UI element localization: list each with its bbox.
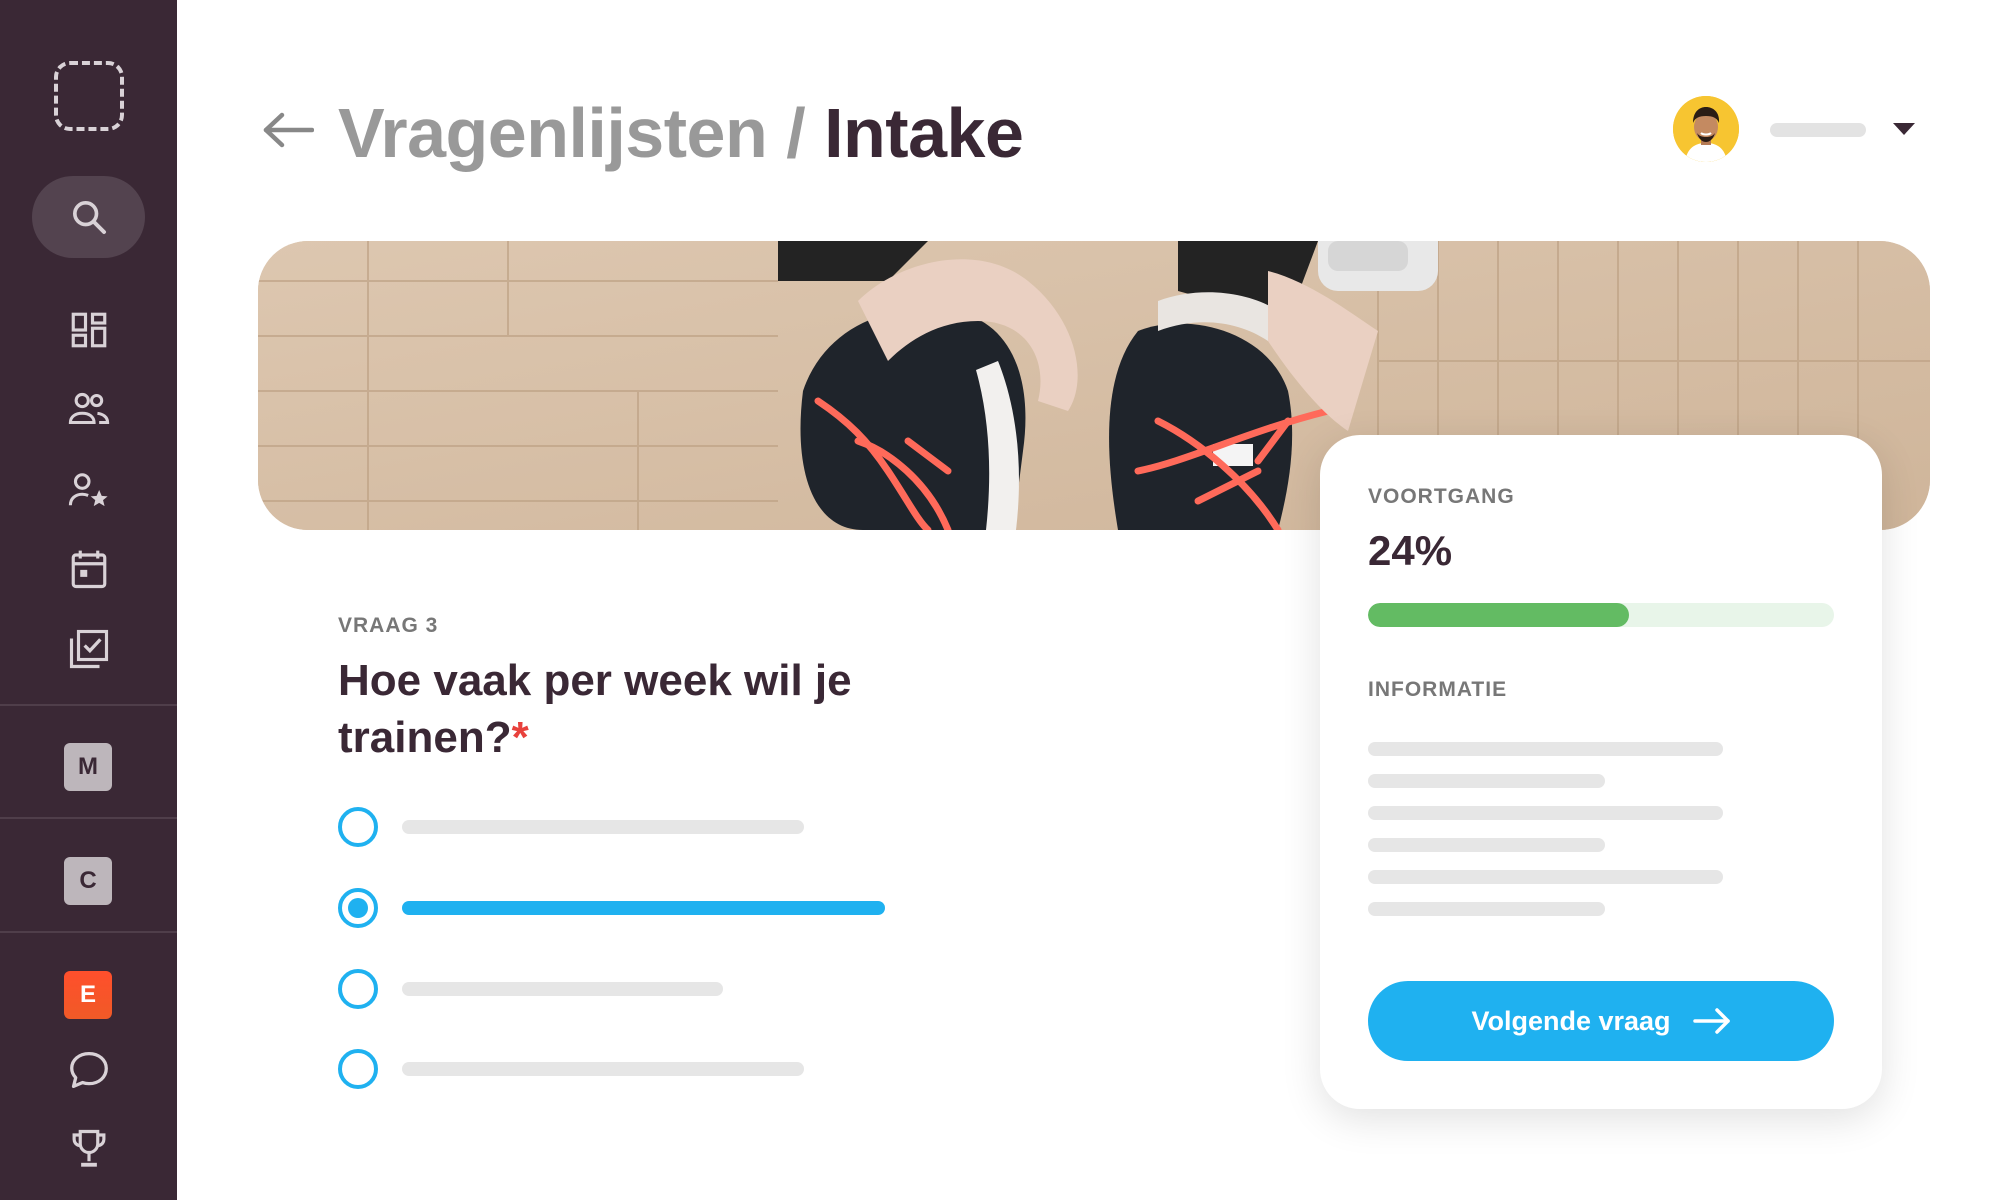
answer-option[interactable] — [338, 967, 723, 1011]
answer-text-placeholder — [402, 820, 804, 834]
badge-label: E — [79, 981, 96, 1008]
sidebar-search-button[interactable] — [32, 176, 145, 258]
radio-button[interactable] — [338, 1049, 378, 1089]
arrow-right-icon — [1692, 1008, 1730, 1034]
user-name-placeholder[interactable] — [1770, 123, 1866, 137]
sidebar-item-dashboard[interactable] — [0, 309, 177, 351]
sidebar-item-calendar[interactable] — [0, 548, 177, 590]
sidebar-item-c[interactable]: C — [64, 857, 112, 905]
info-text-placeholder — [1368, 870, 1723, 884]
next-question-button[interactable]: Volgende vraag — [1368, 981, 1834, 1061]
question-number: VRAAG 3 — [338, 614, 439, 637]
sidebar-item-m[interactable]: M — [64, 743, 112, 791]
next-button-label: Volgende vraag — [1471, 1005, 1671, 1036]
chat-icon — [69, 1052, 108, 1088]
breadcrumb: Vragenlijsten / Intake — [338, 88, 1024, 178]
chevron-down-icon[interactable] — [1893, 123, 1915, 135]
logo-placeholder[interactable] — [54, 61, 124, 131]
dashboard-icon — [71, 312, 106, 348]
info-text-placeholder — [1368, 838, 1605, 852]
sidebar-divider — [0, 817, 177, 819]
sidebar-item-e[interactable]: E — [64, 971, 112, 1019]
radio-selected-dot — [348, 898, 368, 918]
progress-percentage: 24% — [1368, 527, 1453, 574]
sidebar-divider — [0, 704, 177, 706]
progress-heading: VOORTGANG — [1368, 485, 1515, 508]
avatar[interactable] — [1673, 96, 1739, 162]
radio-button[interactable] — [338, 969, 378, 1009]
question-title: Hoe vaak per week wil je trainen?* — [338, 652, 958, 766]
sidebar-item-messages[interactable] — [0, 1050, 177, 1090]
answer-option[interactable] — [338, 1047, 804, 1091]
info-heading: INFORMATIE — [1368, 678, 1508, 701]
answer-option-selected[interactable] — [338, 886, 885, 930]
required-indicator: * — [511, 713, 529, 762]
sidebar-divider — [0, 931, 177, 933]
sidebar-item-achievements[interactable] — [0, 1128, 177, 1170]
calendar-icon — [71, 550, 106, 589]
info-text-placeholder — [1368, 806, 1723, 820]
breadcrumb-parent[interactable]: Vragenlijsten — [338, 94, 768, 172]
radio-button[interactable] — [338, 807, 378, 847]
arrow-left-icon — [263, 112, 315, 148]
users-icon — [68, 392, 109, 425]
answer-text-placeholder — [402, 901, 885, 915]
answer-text-placeholder — [402, 1062, 804, 1076]
progress-bar — [1368, 603, 1834, 627]
checklist-icon — [69, 629, 108, 669]
user-star-icon — [68, 473, 108, 507]
info-text-placeholder — [1368, 742, 1723, 756]
badge-label: C — [79, 867, 97, 894]
sidebar-item-questionnaires[interactable] — [0, 628, 177, 670]
info-text-placeholder — [1368, 902, 1605, 916]
badge-label: M — [78, 753, 98, 780]
user-avatar-icon — [1673, 96, 1739, 162]
radio-button-checked[interactable] — [338, 888, 378, 928]
info-text-placeholder — [1368, 774, 1605, 788]
sidebar-item-users[interactable] — [0, 389, 177, 429]
search-icon — [72, 201, 106, 234]
trophy-icon — [72, 1129, 105, 1167]
progress-card: VOORTGANG 24% INFORMATIE Volgende vraag — [1320, 435, 1882, 1109]
sidebar: M C E — [0, 0, 177, 1200]
answer-text-placeholder — [402, 982, 723, 996]
breadcrumb-separator: / — [786, 94, 806, 172]
progress-bar-fill — [1368, 603, 1629, 627]
question-text: Hoe vaak per week wil je trainen? — [338, 656, 852, 762]
sidebar-item-favorites[interactable] — [0, 469, 177, 511]
page-title: Intake — [824, 94, 1024, 172]
answer-option[interactable] — [338, 805, 804, 849]
back-button[interactable] — [262, 110, 315, 155]
